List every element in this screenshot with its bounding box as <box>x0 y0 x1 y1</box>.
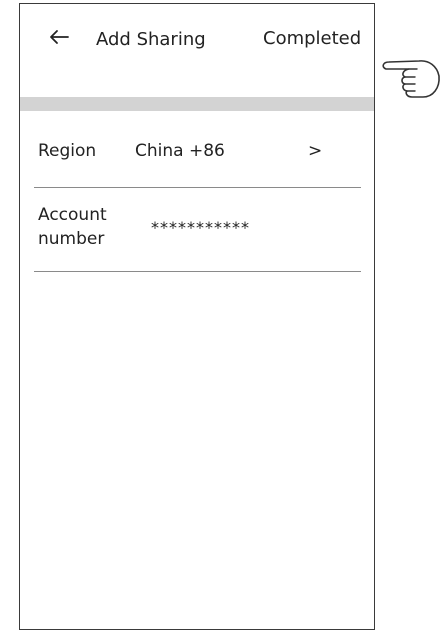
account-number-field[interactable]: *********** <box>151 216 250 240</box>
completed-button[interactable]: Completed <box>263 28 361 50</box>
account-row: Account number *********** <box>34 188 361 272</box>
page-title: Add Sharing <box>96 29 206 50</box>
left-arrow-icon <box>50 30 69 44</box>
phone-frame: Add Sharing Completed Region China +86 >… <box>19 3 375 630</box>
region-label: Region <box>38 141 97 161</box>
pointing-hand-icon <box>382 60 440 98</box>
region-value: China +86 <box>135 141 225 161</box>
chevron-right-icon: > <box>308 141 323 161</box>
region-row[interactable]: Region China +86 > <box>34 122 361 188</box>
section-separator <box>20 97 374 111</box>
header-bar: Add Sharing Completed <box>20 4 374 66</box>
account-label: Account number <box>38 205 107 249</box>
back-button[interactable] <box>46 26 72 48</box>
screen: Add Sharing Completed Region China +86 >… <box>0 0 448 637</box>
